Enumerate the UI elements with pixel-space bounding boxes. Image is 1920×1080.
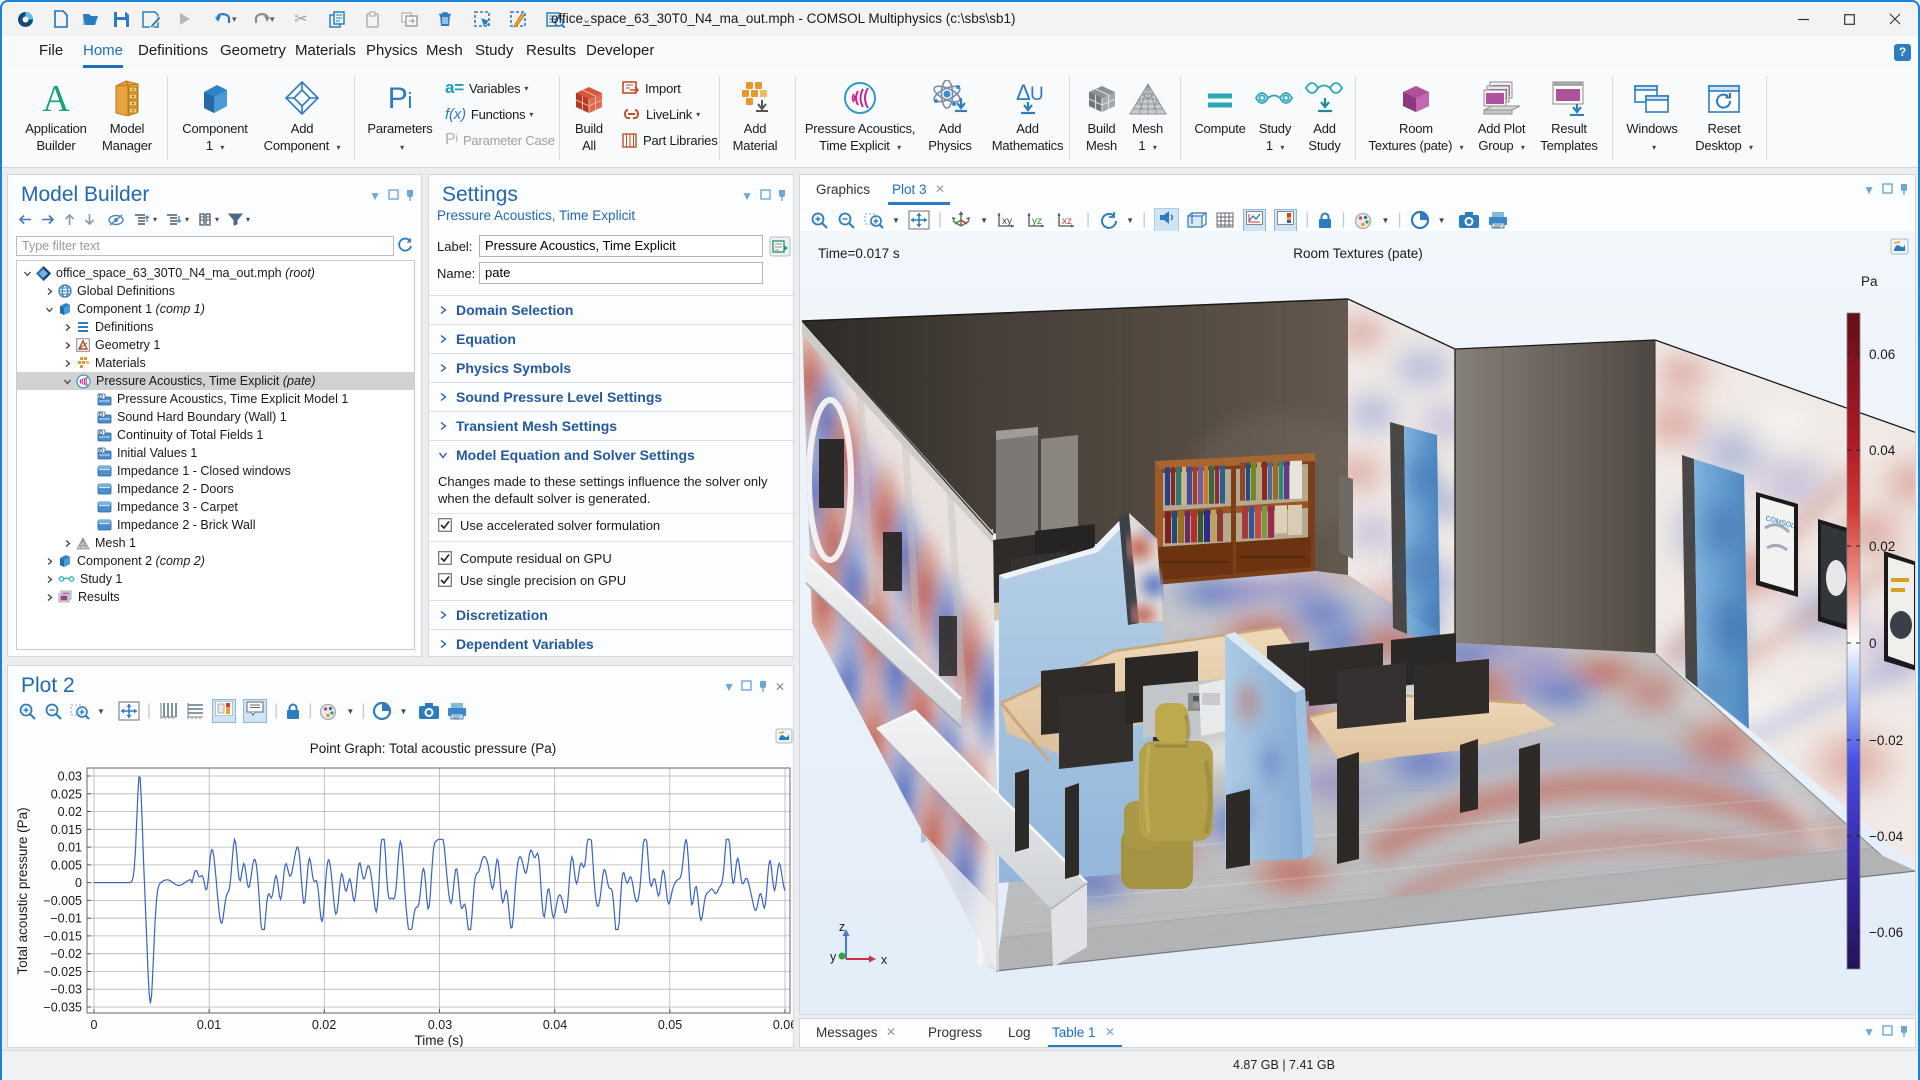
svg-text:z: z: [839, 920, 845, 934]
svg-text:0.06: 0.06: [773, 1018, 793, 1032]
svg-text:y: y: [830, 950, 837, 964]
svg-text:−0.01: −0.01: [50, 912, 82, 926]
svg-text:0.06: 0.06: [1869, 347, 1895, 362]
svg-text:0.02: 0.02: [1869, 539, 1895, 554]
svg-text:0.03: 0.03: [58, 770, 82, 784]
svg-text:yz: yz: [1032, 216, 1042, 227]
svg-text:Room Textures (pate): Room Textures (pate): [1293, 246, 1423, 261]
svg-text:0.01: 0.01: [58, 841, 82, 855]
svg-text:Δ: Δ: [1016, 80, 1031, 105]
svg-text:D: D: [99, 430, 103, 436]
svg-text:0.01: 0.01: [197, 1018, 221, 1032]
svg-text:D: D: [99, 448, 103, 454]
svg-text:−0.025: −0.025: [43, 965, 82, 979]
svg-text:−0.035: −0.035: [43, 1001, 82, 1015]
svg-text:xz: xz: [1062, 216, 1072, 227]
svg-text:Point Graph: Total acoustic pr: Point Graph: Total acoustic pressure (Pa…: [310, 741, 557, 756]
svg-text:0: 0: [75, 876, 82, 890]
svg-text:D: D: [99, 394, 103, 400]
svg-text:Total acoustic pressure (Pa): Total acoustic pressure (Pa): [15, 807, 30, 974]
svg-text:−0.015: −0.015: [43, 929, 82, 943]
svg-text:−0.04: −0.04: [1869, 829, 1904, 844]
svg-text:0: 0: [1869, 636, 1877, 651]
svg-text:−0.06: −0.06: [1869, 925, 1903, 940]
svg-text:0.02: 0.02: [58, 805, 82, 819]
svg-text:−0.005: −0.005: [43, 894, 82, 908]
svg-text:x: x: [881, 953, 888, 967]
svg-text:Pa: Pa: [1861, 274, 1878, 289]
svg-text:0.015: 0.015: [51, 823, 82, 837]
svg-text:xy: xy: [1002, 216, 1012, 227]
svg-text:0.05: 0.05: [658, 1018, 682, 1032]
svg-text:0.04: 0.04: [1869, 443, 1896, 458]
svg-text:−0.03: −0.03: [50, 983, 82, 997]
svg-text:U: U: [1030, 84, 1044, 105]
svg-text:0: 0: [91, 1018, 98, 1032]
svg-text:0.04: 0.04: [543, 1018, 567, 1032]
svg-text:0.02: 0.02: [312, 1018, 336, 1032]
svg-text:−0.02: −0.02: [50, 947, 82, 961]
svg-text:−0.02: −0.02: [1869, 733, 1903, 748]
svg-text:Time (s): Time (s): [415, 1033, 464, 1048]
svg-text:0.025: 0.025: [51, 787, 82, 801]
svg-text:0.03: 0.03: [428, 1018, 452, 1032]
svg-text:0.005: 0.005: [51, 858, 82, 872]
svg-text:Time=0.017 s: Time=0.017 s: [818, 246, 900, 261]
svg-text:D: D: [99, 412, 103, 418]
